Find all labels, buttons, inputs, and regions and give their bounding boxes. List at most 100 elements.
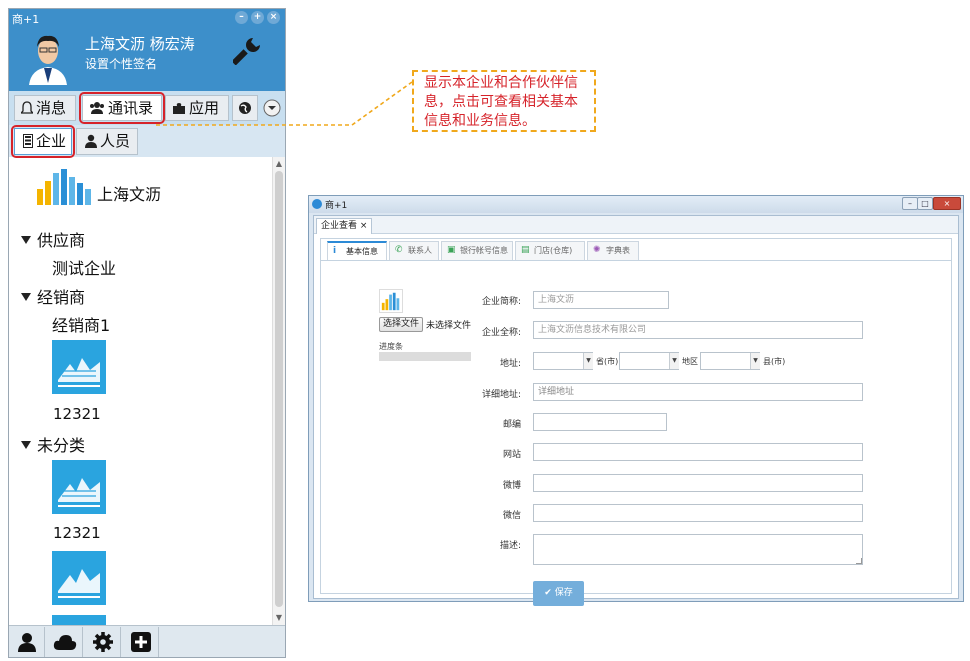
full-name-input[interactable]: 上海文沥信息技术有限公司 bbox=[533, 321, 863, 339]
tab-dictionary[interactable]: ✺ 字典表 bbox=[587, 241, 639, 260]
collapse-triangle-icon bbox=[21, 441, 31, 449]
tab-contacts[interactable]: ✆ 联系人 bbox=[389, 241, 439, 260]
chevron-down-icon: ▼ bbox=[583, 353, 593, 369]
user-name: 上海文沥 杨宏涛 bbox=[85, 35, 195, 53]
upload-progress-bar bbox=[379, 352, 471, 361]
save-button[interactable]: ✔ 保存 bbox=[533, 581, 584, 606]
phone-icon: ✆ bbox=[395, 245, 403, 255]
restore-icon[interactable]: + bbox=[251, 11, 264, 24]
signature-link[interactable]: 设置个性签名 bbox=[85, 55, 157, 72]
close-tab-icon[interactable]: × bbox=[360, 221, 368, 231]
chevron-down-icon[interactable] bbox=[263, 99, 281, 117]
enterprise-view-window: 商+1 – □ × 企业查看 × i 基本信息 ✆ 联系人 ▣ 银行帐号信息 ▤ 门店(… bbox=[308, 195, 964, 606]
website-input[interactable] bbox=[533, 443, 863, 461]
doc-tab-enterprise-view[interactable]: 企业查看 × bbox=[316, 218, 373, 234]
address-label: 地址: bbox=[499, 359, 521, 369]
tab-basic-info[interactable]: i 基本信息 bbox=[327, 241, 387, 260]
window-titlebar: 商+1 – □ × bbox=[309, 196, 963, 213]
wechat-input[interactable] bbox=[533, 504, 863, 522]
wrench-icon[interactable] bbox=[233, 35, 263, 65]
chevron-down-icon: ▼ bbox=[750, 353, 760, 369]
subtab-people[interactable]: 人员 bbox=[76, 128, 138, 155]
group-label: 供应商 bbox=[37, 231, 86, 250]
group-suppliers[interactable]: 供应商 bbox=[21, 227, 85, 251]
close-icon[interactable]: × bbox=[267, 11, 280, 24]
detail-tabs: i 基本信息 ✆ 联系人 ▣ 银行帐号信息 ▤ 门店(仓库) ✺ 字典表 bbox=[321, 239, 951, 261]
company-tile[interactable] bbox=[52, 551, 106, 605]
postcode-input[interactable] bbox=[533, 413, 667, 431]
building-tile-icon bbox=[58, 569, 100, 598]
tab-label: 字典表 bbox=[606, 246, 630, 255]
callout-note: 显示本企业和合作伙伴信息，点击可查看相关基本信息和业务信息。 bbox=[412, 70, 596, 132]
district-select[interactable]: ▼ bbox=[619, 352, 679, 370]
profile-header: 商+1 – + × 上海文沥 杨宏涛 设置个性签名 bbox=[9, 9, 285, 91]
gear-icon: ✺ bbox=[593, 245, 601, 255]
county-select[interactable]: ▼ bbox=[700, 352, 760, 370]
weibo-input[interactable] bbox=[533, 474, 863, 492]
add-button[interactable] bbox=[123, 627, 159, 657]
tab-label: 消息 bbox=[36, 99, 67, 117]
province-select[interactable]: ▼ bbox=[533, 352, 593, 370]
website-label: 网站 bbox=[502, 450, 521, 460]
short-name-input[interactable]: 上海文沥 bbox=[533, 291, 669, 309]
group-label: 未分类 bbox=[37, 436, 86, 455]
bell-icon bbox=[19, 101, 35, 114]
list-scrollbar[interactable]: ▲ ▼ bbox=[272, 157, 285, 625]
scroll-up-icon[interactable]: ▲ bbox=[273, 159, 285, 168]
window-title: 商+1 bbox=[12, 13, 40, 26]
list-item[interactable]: 经销商1 bbox=[52, 312, 110, 336]
postcode-label: 邮编 bbox=[502, 420, 521, 430]
gear-icon bbox=[92, 632, 113, 652]
tab-label: 门店(仓库) bbox=[534, 246, 573, 255]
scroll-down-icon[interactable]: ▼ bbox=[273, 613, 285, 622]
tab-apps[interactable]: 应用 bbox=[165, 95, 229, 121]
collapse-triangle-icon bbox=[21, 293, 31, 301]
scroll-thumb[interactable] bbox=[275, 171, 283, 607]
company-name: 上海文沥 bbox=[97, 185, 162, 204]
cloud-icon bbox=[53, 635, 76, 650]
store-icon: ▤ bbox=[521, 245, 530, 255]
group-uncategorized[interactable]: 未分类 bbox=[21, 432, 85, 456]
minimize-icon[interactable]: – bbox=[902, 197, 918, 210]
enterprise-tab-highlight bbox=[11, 125, 75, 158]
company-tile[interactable] bbox=[52, 615, 106, 625]
puzzle-icon bbox=[173, 103, 185, 114]
tab-label: 联系人 bbox=[408, 246, 432, 255]
description-textarea[interactable] bbox=[533, 534, 863, 565]
contact-list: 上海文沥 供应商 测试企业 经销商 经销商1 12321 未分类 12321 bbox=[9, 157, 271, 625]
tab-globe[interactable] bbox=[232, 95, 258, 121]
group-label: 经销商 bbox=[37, 288, 86, 307]
close-icon[interactable]: × bbox=[933, 197, 961, 210]
maximize-icon[interactable]: □ bbox=[917, 197, 933, 210]
choose-file-button[interactable]: 选择文件 bbox=[379, 317, 424, 332]
group-dealers[interactable]: 经销商 bbox=[21, 284, 85, 308]
company-logo-preview bbox=[379, 289, 403, 313]
short-name-label: 企业简称: bbox=[481, 297, 521, 307]
app-logo-icon bbox=[312, 199, 322, 209]
building-tile-icon bbox=[58, 478, 100, 507]
avatar[interactable] bbox=[25, 29, 71, 85]
collapse-triangle-icon bbox=[21, 236, 31, 244]
window-body: 企业查看 × i 基本信息 ✆ 联系人 ▣ 银行帐号信息 ▤ 门店(仓库) ✺ 字典表 选… bbox=[313, 215, 959, 606]
tab-label: 应用 bbox=[189, 99, 220, 117]
user-icon bbox=[17, 633, 36, 652]
detail-address-input[interactable]: 详细地址 bbox=[533, 383, 863, 401]
tab-messages[interactable]: 消息 bbox=[14, 95, 76, 121]
cloud-button[interactable] bbox=[47, 627, 83, 657]
resize-handle-icon[interactable] bbox=[856, 558, 862, 564]
company-tile[interactable] bbox=[52, 460, 106, 514]
doc-tab-label: 企业查看 bbox=[321, 221, 358, 231]
list-item[interactable]: 测试企业 bbox=[52, 255, 116, 279]
company-tile[interactable] bbox=[52, 340, 106, 394]
bank-card-icon: ▣ bbox=[447, 245, 456, 255]
user-button[interactable] bbox=[9, 627, 45, 657]
tab-bank-accounts[interactable]: ▣ 银行帐号信息 bbox=[441, 241, 513, 260]
district-unit: 地区 bbox=[682, 357, 698, 366]
tab-stores[interactable]: ▤ 门店(仓库) bbox=[515, 241, 585, 260]
enterprise-detail-panel: i 基本信息 ✆ 联系人 ▣ 银行帐号信息 ▤ 门店(仓库) ✺ 字典表 选择文件 未选择… bbox=[320, 238, 952, 606]
wechat-label: 微信 bbox=[502, 511, 521, 521]
county-unit: 县(市) bbox=[763, 357, 786, 366]
contacts-tab-highlight bbox=[79, 92, 165, 124]
minimize-icon[interactable]: – bbox=[235, 11, 248, 24]
settings-button[interactable] bbox=[85, 627, 121, 657]
